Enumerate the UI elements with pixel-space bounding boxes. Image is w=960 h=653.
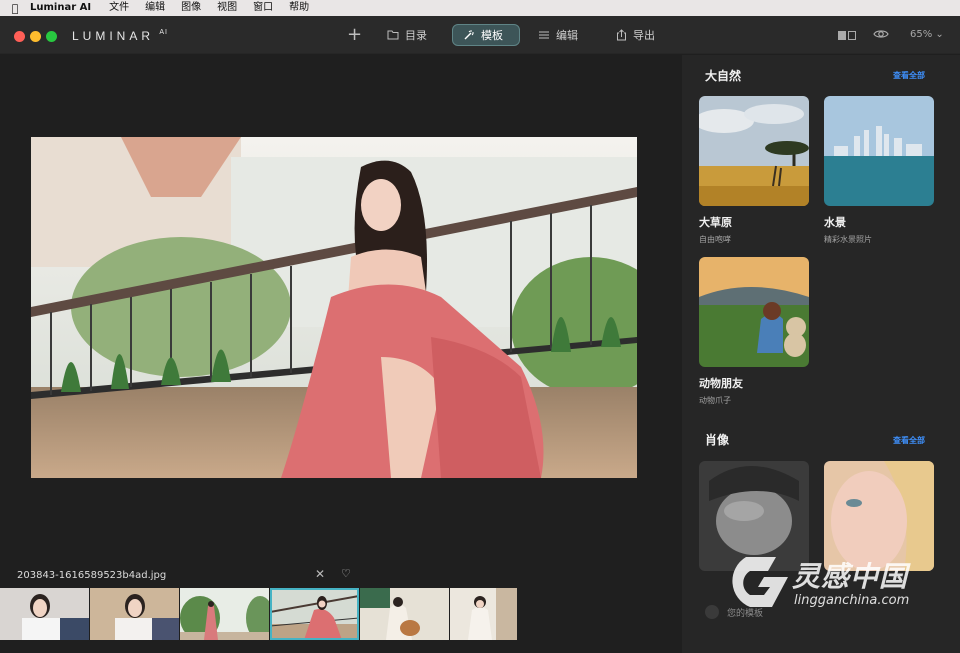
- template-thumbnail: [699, 257, 809, 367]
- template-card-grassland[interactable]: 大草原 自由咆哮: [699, 96, 809, 245]
- tab-edit-label: 编辑: [556, 29, 578, 42]
- filmstrip-thumbnail[interactable]: [450, 588, 517, 640]
- apple-menu-icon[interactable]: : [0, 2, 30, 15]
- zoom-level-value: 65%: [910, 29, 933, 40]
- template-thumbnail: [699, 461, 809, 571]
- template-card-animal-friends[interactable]: 动物朋友 动物爪子: [699, 257, 809, 406]
- template-card-portrait-1[interactable]: [699, 461, 809, 571]
- filmstrip-thumbnail[interactable]: [0, 588, 89, 640]
- close-window-button[interactable]: [14, 31, 25, 42]
- filmstrip-thumbnail-selected[interactable]: [270, 588, 359, 640]
- tab-templates[interactable]: 模板: [452, 24, 520, 46]
- main-photo[interactable]: [31, 137, 637, 478]
- template-card-name: 水景: [824, 216, 846, 229]
- zoom-level-dropdown[interactable]: 65% ⌄: [910, 29, 944, 40]
- menu-image[interactable]: 图像: [181, 0, 201, 16]
- tab-export-label: 导出: [633, 29, 655, 42]
- tab-catalog-label: 目录: [405, 29, 427, 42]
- magic-wand-icon: [463, 29, 475, 41]
- menu-app-name[interactable]: Luminar AI: [30, 0, 91, 16]
- template-thumbnail: [699, 96, 809, 206]
- template-thumbnail: [824, 96, 934, 206]
- file-name-label: 203843-1616589523b4ad.jpg: [17, 570, 167, 581]
- minimize-window-button[interactable]: [30, 31, 41, 42]
- sliders-icon: [538, 29, 550, 41]
- section-title-portrait: 肖像: [705, 433, 730, 447]
- menu-window[interactable]: 窗口: [253, 0, 273, 16]
- section-title-nature: 大自然: [705, 69, 742, 83]
- template-card-portrait-2[interactable]: [824, 461, 934, 571]
- logo-suffix: AI: [159, 29, 168, 36]
- add-photos-button[interactable]: +: [347, 26, 362, 44]
- tab-catalog[interactable]: 目录: [387, 24, 427, 46]
- template-card-subtitle: 动物爪子: [699, 396, 731, 405]
- see-all-nature-link[interactable]: 查看全部: [893, 70, 925, 81]
- see-all-portrait-link[interactable]: 查看全部: [893, 435, 925, 446]
- filmstrip-thumbnail[interactable]: [180, 588, 269, 640]
- photo-canvas: 203843-1616589523b4ad.jpg ✕ ♡: [0, 55, 682, 653]
- compare-view-icon[interactable]: [838, 31, 856, 40]
- template-thumbnail: [824, 461, 934, 571]
- templates-panel: 大自然 查看全部 大草原 自由咆哮 水景 精彩水景照片 动物朋友 动物爪子 肖像…: [682, 55, 960, 653]
- template-card-subtitle: 精彩水景照片: [824, 235, 872, 244]
- template-card-name: 动物朋友: [699, 377, 743, 390]
- logo-text: LUMINAR: [72, 29, 155, 43]
- your-templates-icon: [705, 605, 719, 619]
- tab-edit[interactable]: 编辑: [538, 24, 578, 46]
- filmstrip-thumbnail[interactable]: [360, 588, 449, 640]
- filmstrip: [0, 588, 517, 640]
- close-icon[interactable]: ✕: [315, 567, 325, 581]
- preview-eye-icon[interactable]: [873, 28, 889, 40]
- favorite-heart-icon[interactable]: ♡: [341, 567, 351, 580]
- app-logo: LUMINAR AI: [72, 29, 168, 43]
- template-card-waterscape[interactable]: 水景 精彩水景照片: [824, 96, 934, 245]
- menu-view[interactable]: 视图: [217, 0, 237, 16]
- your-templates-row[interactable]: 您的模板: [705, 605, 763, 619]
- menu-help[interactable]: 帮助: [289, 0, 309, 16]
- share-icon: [615, 29, 627, 41]
- template-card-name: 大草原: [699, 216, 732, 229]
- folder-icon: [387, 29, 399, 41]
- menu-bar:  Luminar AI 文件 编辑 图像 视图 窗口 帮助: [0, 0, 960, 16]
- filmstrip-thumbnail[interactable]: [90, 588, 179, 640]
- menu-file[interactable]: 文件: [109, 0, 129, 16]
- menu-edit[interactable]: 编辑: [145, 0, 165, 16]
- zoom-window-button[interactable]: [46, 31, 57, 42]
- app-toolbar: LUMINAR AI + 目录 模板 编辑 导出 65% ⌄: [0, 16, 960, 54]
- template-card-subtitle: 自由咆哮: [699, 235, 731, 244]
- tab-export[interactable]: 导出: [615, 24, 655, 46]
- your-templates-label: 您的模板: [727, 608, 764, 619]
- tab-templates-label: 模板: [481, 29, 503, 42]
